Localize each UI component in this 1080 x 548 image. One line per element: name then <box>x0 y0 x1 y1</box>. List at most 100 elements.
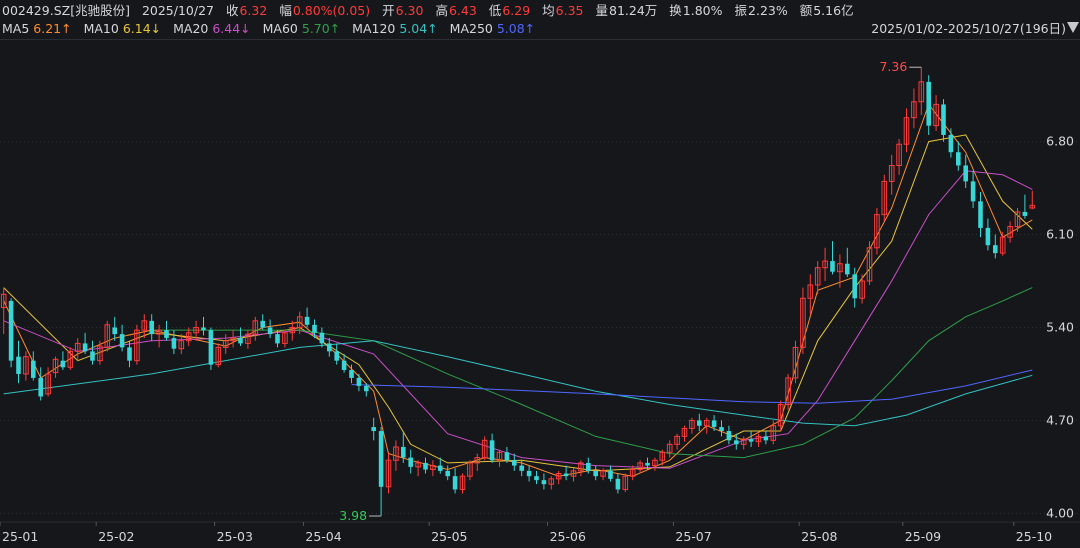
candle <box>570 468 577 482</box>
candle <box>489 433 495 463</box>
candle <box>67 347 74 370</box>
candle <box>866 241 873 285</box>
candle <box>963 154 968 189</box>
candle-body <box>711 420 717 428</box>
candle <box>252 316 259 341</box>
ma-line-ma120 <box>3 340 1033 427</box>
candle <box>215 343 222 368</box>
candle-body <box>312 324 317 333</box>
extreme-markers: 7.36 3.98 <box>339 59 922 523</box>
candle <box>423 457 428 474</box>
candle-body <box>948 134 954 153</box>
candle <box>304 307 310 328</box>
candle-body <box>164 330 169 339</box>
candle <box>652 457 658 471</box>
candle-body <box>38 377 43 397</box>
candle-body <box>615 478 621 490</box>
candle <box>371 417 376 441</box>
candle <box>356 373 362 392</box>
candle <box>755 433 762 447</box>
candle-body <box>267 327 273 335</box>
candle-body <box>149 320 154 335</box>
x-tick-label: 25-07 <box>675 529 711 544</box>
candle-body <box>852 274 857 299</box>
candle-body <box>349 369 354 378</box>
candle-body <box>748 439 754 442</box>
candle <box>23 351 29 381</box>
candle <box>541 473 547 490</box>
candle <box>1029 190 1036 210</box>
candle <box>82 332 88 355</box>
candle <box>800 287 806 355</box>
candle-body <box>512 460 517 466</box>
ma-lines <box>3 103 1033 477</box>
candle <box>60 351 66 370</box>
candle <box>593 465 598 481</box>
candle <box>327 338 332 357</box>
x-tick-label: 25-04 <box>305 529 341 544</box>
candle-body <box>364 385 369 392</box>
candle-body <box>926 81 931 126</box>
x-tick-label: 25-09 <box>905 529 941 544</box>
candle <box>881 174 888 222</box>
candle <box>993 234 998 259</box>
candle-body <box>275 334 280 344</box>
candle-body <box>734 440 739 445</box>
candle <box>933 95 939 131</box>
candle <box>985 218 991 251</box>
candle-body <box>726 431 732 441</box>
candle <box>415 460 421 477</box>
candle-body <box>423 462 428 470</box>
max-price-label: 7.36 <box>879 59 907 74</box>
candle-body <box>112 327 117 335</box>
candle-body <box>963 165 968 182</box>
x-axis: 25-01 25-02 25-03 25-04 25-05 25-06 25-07 25-08… <box>0 522 1052 544</box>
candle-body <box>327 343 332 352</box>
candle <box>719 420 724 437</box>
candle <box>245 330 251 349</box>
candle <box>31 351 36 381</box>
candle <box>0 287 7 335</box>
candle <box>452 468 458 494</box>
candle-body <box>985 227 991 246</box>
candle <box>445 465 450 481</box>
candle-body <box>341 360 347 370</box>
candle <box>956 141 961 171</box>
candle-body <box>171 338 177 349</box>
candle <box>112 316 117 341</box>
candle-body <box>452 476 458 490</box>
candle-body <box>82 343 88 352</box>
candle-body <box>8 300 14 361</box>
candle <box>697 413 702 432</box>
candle <box>807 274 814 315</box>
candle <box>674 433 680 450</box>
candle-body <box>970 181 976 202</box>
candle <box>467 460 473 481</box>
x-tick-label: 25-05 <box>431 529 467 544</box>
x-tick-label: 25-08 <box>801 529 837 544</box>
candle-body <box>956 152 961 166</box>
x-tick-label: 25-03 <box>217 529 253 544</box>
candle <box>149 314 154 341</box>
candle-body <box>401 446 406 458</box>
candle-body <box>697 420 702 426</box>
candle-body <box>408 457 413 467</box>
candle-body <box>830 261 835 272</box>
candles <box>0 67 1036 517</box>
candle-body <box>593 470 598 477</box>
candle <box>948 128 954 158</box>
candle <box>622 473 629 493</box>
candle <box>822 247 828 281</box>
candle <box>74 338 81 361</box>
candle-body <box>645 462 650 466</box>
candle-body <box>586 462 591 471</box>
candle-body <box>378 431 384 487</box>
ma-line-ma60 <box>151 287 1033 459</box>
candle <box>90 340 95 365</box>
candle <box>903 108 910 153</box>
candle-body <box>260 320 265 328</box>
candle <box>8 298 14 368</box>
y-tick-label: 5.40 <box>1046 319 1074 334</box>
candle <box>548 476 555 490</box>
candle <box>164 320 169 341</box>
